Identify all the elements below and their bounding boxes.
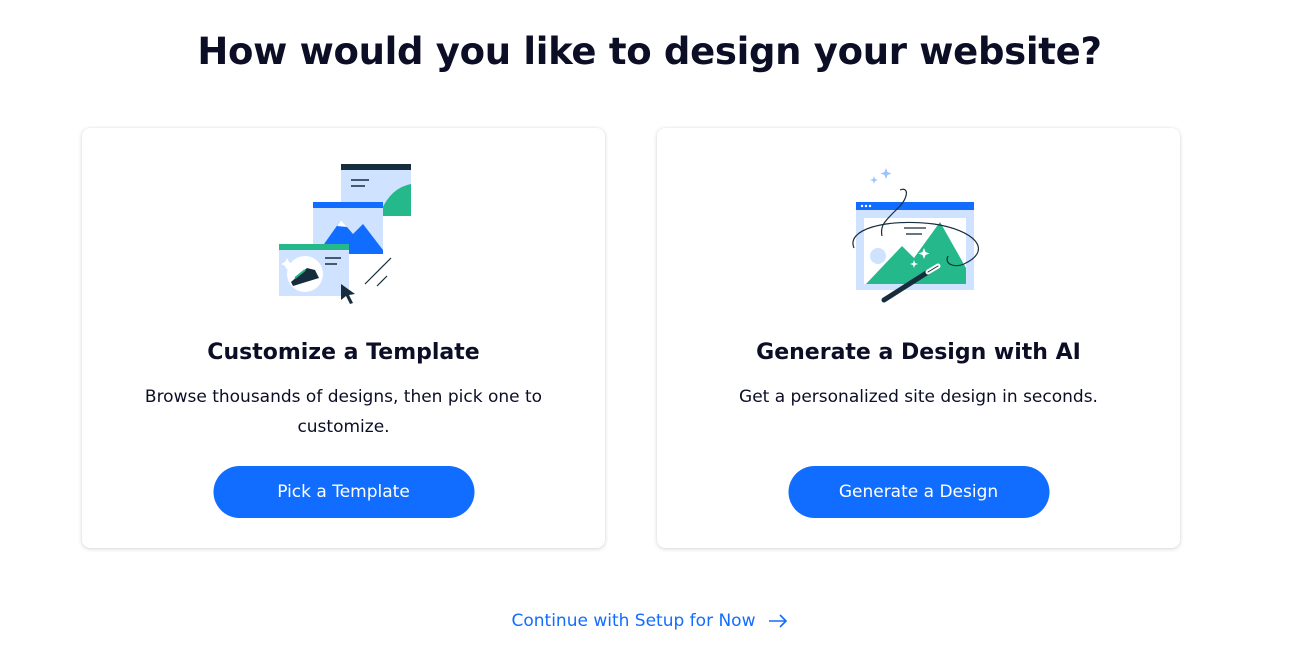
- card-title-generate: Generate a Design with AI: [756, 340, 1081, 365]
- generate-design-button[interactable]: Generate a Design: [788, 466, 1049, 518]
- page-title: How would you like to design your websit…: [197, 30, 1102, 73]
- card-description-generate: Get a personalized site design in second…: [739, 387, 1098, 407]
- customize-template-card: Customize a Template Browse thousands of…: [82, 128, 605, 548]
- arrow-right-icon: [768, 614, 788, 628]
- ai-magic-wand-illustration: [844, 160, 994, 310]
- continue-setup-label: Continue with Setup for Now: [511, 611, 756, 631]
- card-description-customize: Browse thousands of designs, then pick o…: [144, 387, 543, 437]
- pick-template-button[interactable]: Pick a Template: [213, 466, 474, 518]
- generate-ai-design-card: Generate a Design with AI Get a personal…: [657, 128, 1180, 548]
- design-choice-page: How would you like to design your websit…: [0, 0, 1299, 647]
- card-title-customize: Customize a Template: [207, 340, 480, 365]
- template-stack-illustration: [269, 160, 419, 310]
- continue-setup-link[interactable]: Continue with Setup for Now: [0, 611, 1299, 631]
